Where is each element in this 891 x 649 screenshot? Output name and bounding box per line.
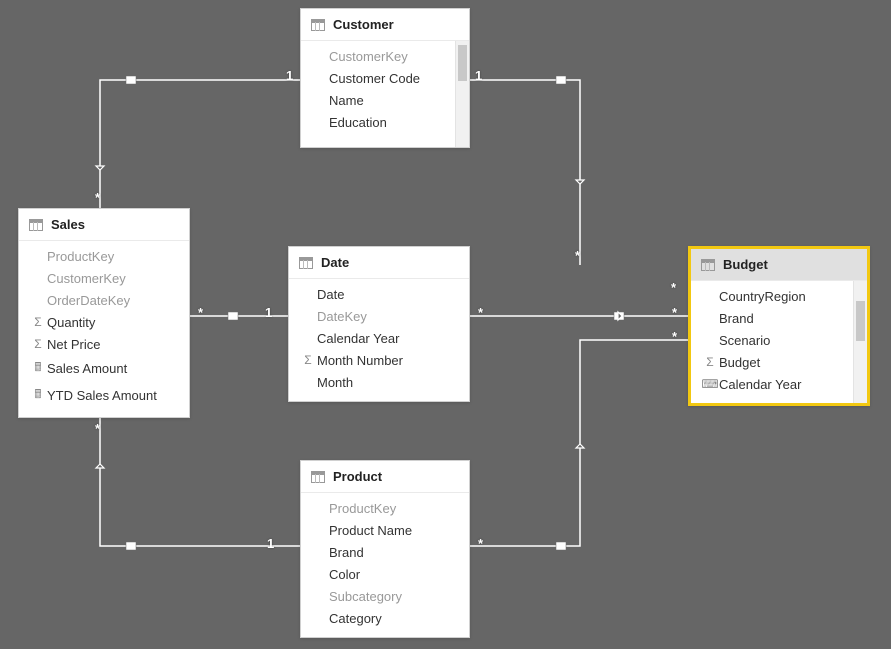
- table-icon: [701, 259, 715, 271]
- table-product[interactable]: Product ProductKey Product Name Brand Co…: [300, 460, 470, 638]
- field-list: ProductKey Product Name Brand Color Subc…: [301, 493, 469, 637]
- table-icon: [311, 471, 325, 483]
- cardinality-many: *: [671, 280, 676, 295]
- datecol-icon: ⌨: [701, 377, 719, 391]
- field-row[interactable]: Education: [301, 111, 469, 133]
- field-row[interactable]: Product Name: [301, 519, 469, 541]
- table-customer[interactable]: Customer CustomerKey Customer Code Name …: [300, 8, 470, 148]
- field-row[interactable]: Brand: [301, 541, 469, 563]
- field-list: CountryRegion Brand Scenario ΣBudget ⌨Ca…: [691, 281, 867, 403]
- sigma-icon: Σ: [29, 315, 47, 329]
- cardinality-one: 1: [265, 305, 272, 320]
- sigma-icon: Σ: [299, 353, 317, 367]
- field-row[interactable]: Month: [289, 371, 469, 393]
- field-row[interactable]: Calendar Year: [289, 327, 469, 349]
- calc-icon: 🖩: [29, 385, 47, 406]
- field-row[interactable]: ΣQuantity: [19, 311, 189, 333]
- table-title: Budget: [723, 257, 768, 272]
- table-date[interactable]: Date Date DateKey Calendar Year ΣMonth N…: [288, 246, 470, 402]
- table-title: Customer: [333, 17, 394, 32]
- cardinality-many: *: [198, 305, 203, 320]
- field-list: CustomerKey Customer Code Name Education: [301, 41, 469, 147]
- field-row[interactable]: Subcategory: [301, 585, 469, 607]
- field-row[interactable]: CustomerKey: [301, 45, 469, 67]
- cardinality-one: 1: [475, 68, 482, 83]
- field-row[interactable]: CountryRegion: [691, 285, 867, 307]
- field-row[interactable]: OrderDateKey: [19, 289, 189, 311]
- field-row[interactable]: ΣNet Price: [19, 333, 189, 355]
- field-row[interactable]: Category: [301, 607, 469, 629]
- field-row[interactable]: DateKey: [289, 305, 469, 327]
- field-row[interactable]: ProductKey: [301, 497, 469, 519]
- field-row[interactable]: ProductKey: [19, 245, 189, 267]
- field-row[interactable]: Customer Code: [301, 67, 469, 89]
- table-header[interactable]: Date: [289, 247, 469, 279]
- field-list: Date DateKey Calendar Year ΣMonth Number…: [289, 279, 469, 401]
- calc-icon: 🖩: [29, 358, 47, 379]
- cardinality-one: 1: [267, 536, 274, 551]
- field-row[interactable]: 🖩Sales Amount: [19, 355, 189, 382]
- field-row[interactable]: Scenario: [691, 329, 867, 351]
- cardinality-one: 1: [286, 68, 293, 83]
- cardinality-many: *: [95, 190, 100, 205]
- table-header[interactable]: Product: [301, 461, 469, 493]
- table-title: Sales: [51, 217, 85, 232]
- field-row[interactable]: Name: [301, 89, 469, 111]
- table-header[interactable]: Sales: [19, 209, 189, 241]
- table-icon: [299, 257, 313, 269]
- table-icon: [29, 219, 43, 231]
- table-header[interactable]: Customer: [301, 9, 469, 41]
- field-row[interactable]: ⌨Calendar Year: [691, 373, 867, 395]
- scrollbar-thumb[interactable]: [856, 301, 865, 341]
- table-sales[interactable]: Sales ProductKey CustomerKey OrderDateKe…: [18, 208, 190, 418]
- field-row[interactable]: Brand: [691, 307, 867, 329]
- table-icon: [311, 19, 325, 31]
- cardinality-many: *: [478, 536, 483, 551]
- sigma-icon: Σ: [29, 337, 47, 351]
- field-list: ProductKey CustomerKey OrderDateKey ΣQua…: [19, 241, 189, 417]
- sigma-icon: Σ: [701, 355, 719, 369]
- table-title: Date: [321, 255, 349, 270]
- field-row[interactable]: 🖩YTD Sales Amount: [19, 382, 189, 409]
- field-row[interactable]: ΣMonth Number: [289, 349, 469, 371]
- cardinality-many: *: [672, 329, 677, 344]
- scrollbar[interactable]: [455, 41, 469, 147]
- cardinality-many: *: [672, 305, 677, 320]
- field-row[interactable]: CustomerKey: [19, 267, 189, 289]
- cardinality-many: *: [575, 248, 580, 263]
- table-header[interactable]: Budget: [691, 249, 867, 281]
- scrollbar-thumb[interactable]: [458, 45, 467, 81]
- field-row[interactable]: Color: [301, 563, 469, 585]
- scrollbar[interactable]: [853, 281, 867, 403]
- table-title: Product: [333, 469, 382, 484]
- cardinality-many: *: [95, 421, 100, 436]
- field-row[interactable]: ΣBudget: [691, 351, 867, 373]
- table-budget[interactable]: Budget CountryRegion Brand Scenario ΣBud…: [688, 246, 870, 406]
- cardinality-many: *: [478, 305, 483, 320]
- field-row[interactable]: Date: [289, 283, 469, 305]
